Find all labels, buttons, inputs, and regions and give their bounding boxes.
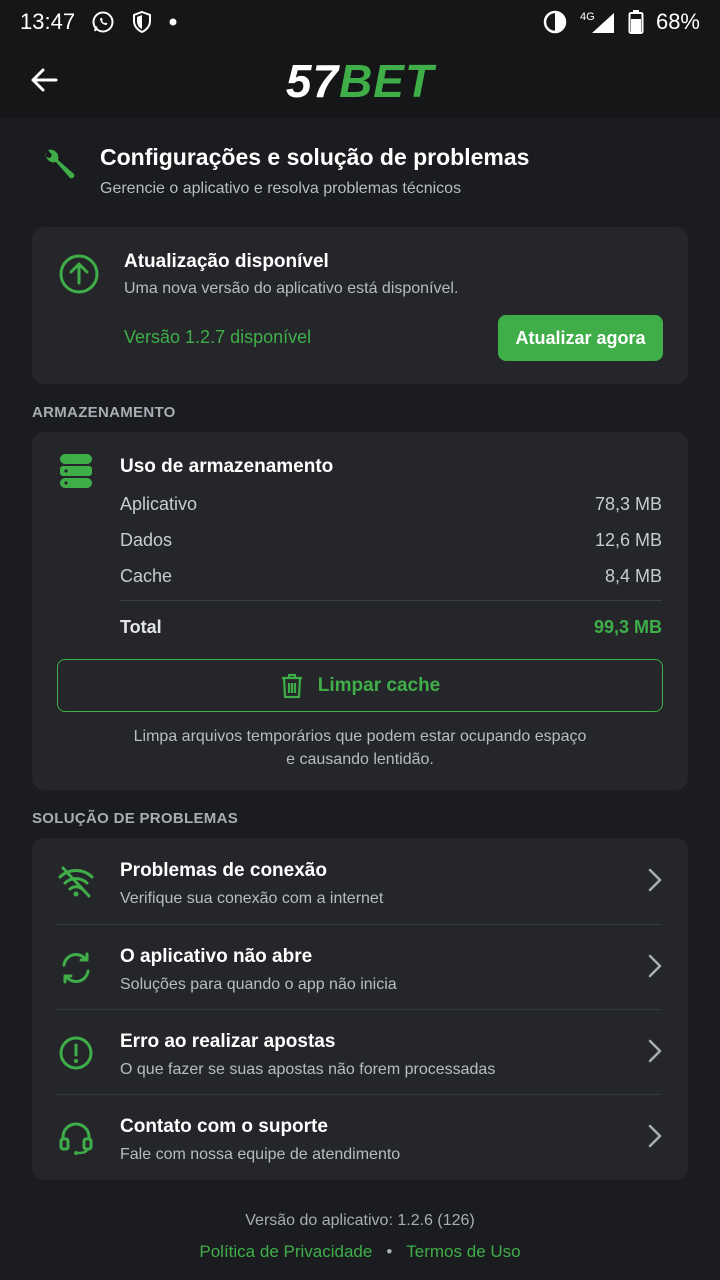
storage-row-data: Dados 12,6 MB (120, 530, 662, 550)
footer-links: Política de Privacidade • Termos de Uso (0, 1242, 720, 1262)
privacy-policy-link[interactable]: Política de Privacidade (199, 1242, 372, 1262)
network-type: 4G (580, 11, 595, 23)
troubleshooting-section-label: SOLUÇÃO DE PROBLEMAS (32, 810, 239, 827)
clear-cache-button[interactable]: Limpar cache (57, 659, 663, 712)
shield-icon (131, 10, 153, 34)
storage-divider (120, 600, 662, 601)
signal-icon: 4G (580, 9, 616, 35)
status-time: 13:47 (20, 9, 76, 34)
chevron-right-icon (648, 1039, 662, 1068)
headset-icon (56, 1118, 96, 1158)
app-bar: 57BET (0, 44, 720, 118)
chevron-right-icon (648, 954, 662, 983)
footer-separator: • (386, 1242, 393, 1261)
trouble-item-contact-support[interactable]: Contato com o suporte Fale com nossa equ… (32, 1094, 688, 1179)
alert-circle-icon (56, 1033, 96, 1073)
whatsapp-icon (91, 10, 115, 34)
update-card: Atualização disponível Uma nova versão d… (32, 227, 688, 384)
refresh-icon (56, 948, 96, 988)
terms-of-use-link[interactable]: Termos de Uso (406, 1242, 520, 1262)
storage-title: Uso de armazenamento (120, 456, 334, 477)
clear-cache-note: Limpa arquivos temporários que podem est… (133, 728, 587, 768)
trouble-item-connection[interactable]: Problemas de conexão Verifique sua conex… (32, 838, 688, 923)
update-title: Atualização disponível (124, 251, 329, 272)
troubleshooting-card: Problemas de conexão Verifique sua conex… (32, 838, 688, 1180)
update-description: Uma nova versão do aplicativo está dispo… (124, 280, 459, 297)
battery-percent: 68% (655, 9, 700, 34)
notification-dot-icon (169, 18, 177, 26)
app-version: Versão do aplicativo: 1.2.6 (126) (245, 1212, 475, 1229)
data-saver-icon (542, 9, 568, 35)
storage-total-row: Total 99,3 MB (120, 617, 662, 637)
database-icon (58, 452, 94, 495)
chevron-right-icon (648, 868, 662, 897)
storage-row-cache: Cache 8,4 MB (120, 566, 662, 586)
update-version: Versão 1.2.7 disponível (124, 327, 312, 347)
arrow-up-circle-icon (58, 253, 100, 300)
status-bar: 13:47 4G 68% (0, 0, 720, 44)
brand-logo: 57BET (285, 55, 435, 107)
storage-section-label: ARMAZENAMENTO (32, 404, 176, 421)
update-now-button[interactable]: Atualizar agora (498, 315, 663, 361)
storage-card: Uso de armazenamento Aplicativo 78,3 MB … (32, 432, 688, 790)
trouble-item-app-not-opening[interactable]: O aplicativo não abre Soluções para quan… (32, 924, 688, 1009)
storage-row-app: Aplicativo 78,3 MB (120, 494, 662, 514)
wifi-off-icon (56, 862, 96, 902)
page-title: Configurações e solução de problemas (100, 144, 530, 170)
wrench-icon (38, 146, 80, 193)
page-header: Configurações e solução de problemas Ger… (32, 140, 688, 210)
chevron-right-icon (648, 1124, 662, 1153)
battery-icon (628, 9, 644, 35)
page-subtitle: Gerencie o aplicativo e resolva problema… (100, 180, 462, 197)
trouble-item-betting-error[interactable]: Erro ao realizar apostas O que fazer se … (32, 1009, 688, 1094)
trash-icon (281, 673, 302, 698)
